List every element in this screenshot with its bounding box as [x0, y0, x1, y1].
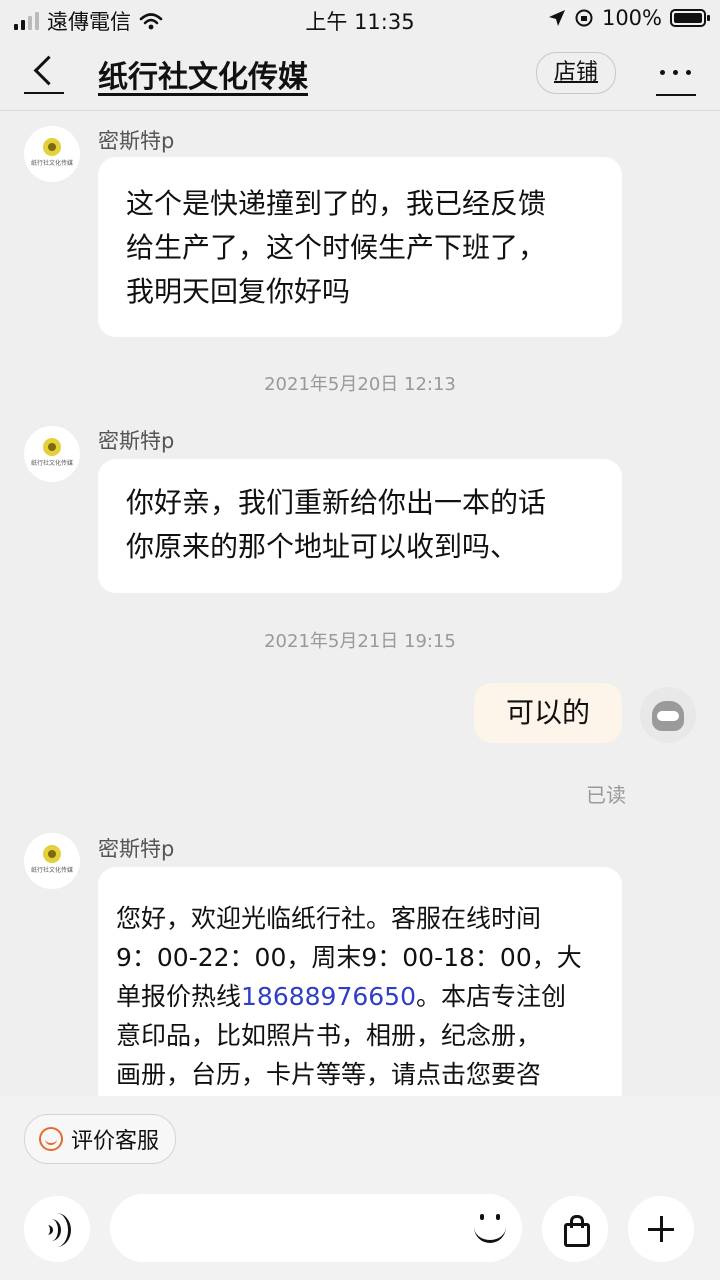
sender-name: 密斯特p: [98, 429, 175, 453]
message-line: 我明天回复你好吗: [126, 275, 351, 308]
smile-icon: [39, 1127, 63, 1151]
message-bubble[interactable]: 您好，欢迎光临纸行社。客服在线时间 9：00-22：00，周末9：00-18：0…: [98, 867, 622, 1096]
phone-number-link[interactable]: 18688976650: [241, 982, 416, 1011]
message-line: 画册，台历，卡片等等，请点击您要咨: [116, 1060, 542, 1089]
emoji-icon[interactable]: [472, 1210, 508, 1246]
timestamp: 2021年5月20日 12:13: [264, 374, 456, 395]
message-line: 意印品，比如照片书，相册，纪念册，: [116, 1021, 542, 1050]
message-line: 单报价热线18688976650。本店专注创: [116, 977, 622, 1016]
sender-name: 密斯特p: [98, 129, 175, 153]
more-dots-icon[interactable]: [656, 56, 696, 96]
message-line: 给生产了，这个时候生产下班了，: [126, 231, 547, 264]
message-bubble[interactable]: 这个是快递撞到了的，我已经反馈 给生产了，这个时候生产下班了， 我明天回复你好吗: [98, 157, 622, 337]
my-avatar[interactable]: [640, 687, 696, 743]
status-right: 100%: [548, 6, 710, 30]
message-line: 你原来的那个地址可以收到吗、: [126, 530, 519, 563]
seller-avatar[interactable]: 纸行社文化传媒: [24, 426, 80, 482]
rotation-lock-icon: [575, 9, 593, 27]
chat-list[interactable]: 纸行社文化传媒 密斯特p 这个是快递撞到了的，我已经反馈 给生产了，这个时候生产…: [0, 111, 720, 1096]
plus-icon: [648, 1216, 674, 1242]
message-line: 9：00-22：00，周末9：00-18：00，大: [116, 943, 582, 972]
shop-button[interactable]: 店铺: [536, 52, 616, 94]
message-bubble[interactable]: 你好亲，我们重新给你出一本的话 你原来的那个地址可以收到吗、: [98, 459, 622, 593]
rate-service-label: 评价客服: [71, 1129, 160, 1154]
voice-button[interactable]: [24, 1196, 90, 1262]
battery-icon: [670, 9, 710, 27]
my-message-bubble[interactable]: 可以的: [474, 683, 622, 743]
bottom-panel: 评价客服: [0, 1096, 720, 1280]
message-line: 您好，欢迎光临纸行社。客服在线时间: [116, 904, 542, 933]
read-status: 已读: [586, 783, 626, 807]
sender-name: 密斯特p: [98, 837, 175, 861]
location-arrow-icon: [548, 10, 565, 26]
message-line: 你好亲，我们重新给你出一本的话: [126, 486, 547, 519]
rate-service-button[interactable]: 评价客服: [24, 1114, 177, 1164]
message-text: 。本店专注创: [415, 982, 566, 1011]
message-line: 这个是快递撞到了的，我已经反馈: [126, 187, 547, 220]
message-text: 单报价热线: [116, 982, 242, 1011]
nav-bar: 纸行社文化传媒 店铺: [0, 36, 720, 111]
seller-avatar[interactable]: 纸行社文化传媒: [24, 126, 80, 182]
timestamp: 2021年5月21日 19:15: [264, 631, 456, 652]
battery-percent: 100%: [601, 6, 662, 30]
shopping-bag-icon: [561, 1214, 591, 1247]
status-bar: 遠傳電信 上午 11:35 100%: [0, 0, 720, 36]
shop-bag-button[interactable]: [542, 1196, 608, 1262]
seller-avatar[interactable]: 纸行社文化传媒: [24, 833, 80, 889]
message-input[interactable]: [110, 1194, 522, 1262]
back-arrow-icon[interactable]: [24, 50, 64, 94]
page-title[interactable]: 纸行社文化传媒: [98, 52, 308, 96]
add-button[interactable]: [628, 1196, 694, 1262]
voice-icon: [40, 1213, 74, 1247]
